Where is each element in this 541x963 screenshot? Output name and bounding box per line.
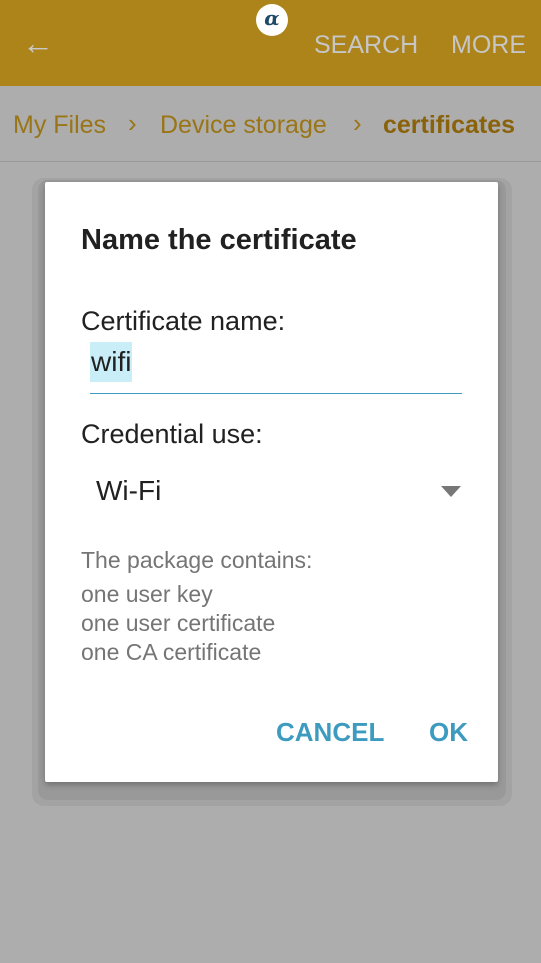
credential-use-value: Wi-Fi: [96, 475, 162, 506]
package-info-item: one user key: [81, 581, 213, 607]
breadcrumb-device-storage[interactable]: Device storage: [160, 111, 327, 140]
vnc-logo: α: [256, 4, 288, 36]
breadcrumb: My Files › Device storage › certificates: [0, 86, 541, 162]
certificate-name-value: wifi: [90, 342, 133, 382]
name-certificate-dialog: Name the certificate Certificate name: w…: [45, 182, 498, 782]
package-info-item: one CA certificate: [81, 639, 262, 665]
ok-button[interactable]: OK: [429, 717, 468, 748]
cancel-button[interactable]: CANCEL: [276, 717, 384, 748]
arrow-left-icon[interactable]: ←: [22, 26, 56, 60]
package-info-heading: The package contains:: [81, 547, 313, 573]
app-bar: ← α SEARCH MORE: [0, 0, 541, 86]
search-button[interactable]: SEARCH: [314, 31, 418, 60]
dropdown-caret-icon: [441, 486, 461, 497]
package-info-item: one user certificate: [81, 610, 276, 636]
breadcrumb-certificates: certificates: [383, 111, 516, 139]
dialog-title: Name the certificate: [81, 224, 357, 256]
more-button[interactable]: MORE: [451, 31, 526, 60]
chevron-right-icon: ›: [353, 108, 362, 138]
breadcrumb-my-files[interactable]: My Files: [13, 111, 106, 140]
certificate-name-label: Certificate name:: [81, 306, 286, 336]
certificate-name-input[interactable]: wifi: [90, 342, 462, 394]
credential-use-label: Credential use:: [81, 419, 263, 449]
credential-use-select[interactable]: Wi-Fi: [81, 467, 461, 517]
chevron-right-icon: ›: [128, 108, 137, 138]
